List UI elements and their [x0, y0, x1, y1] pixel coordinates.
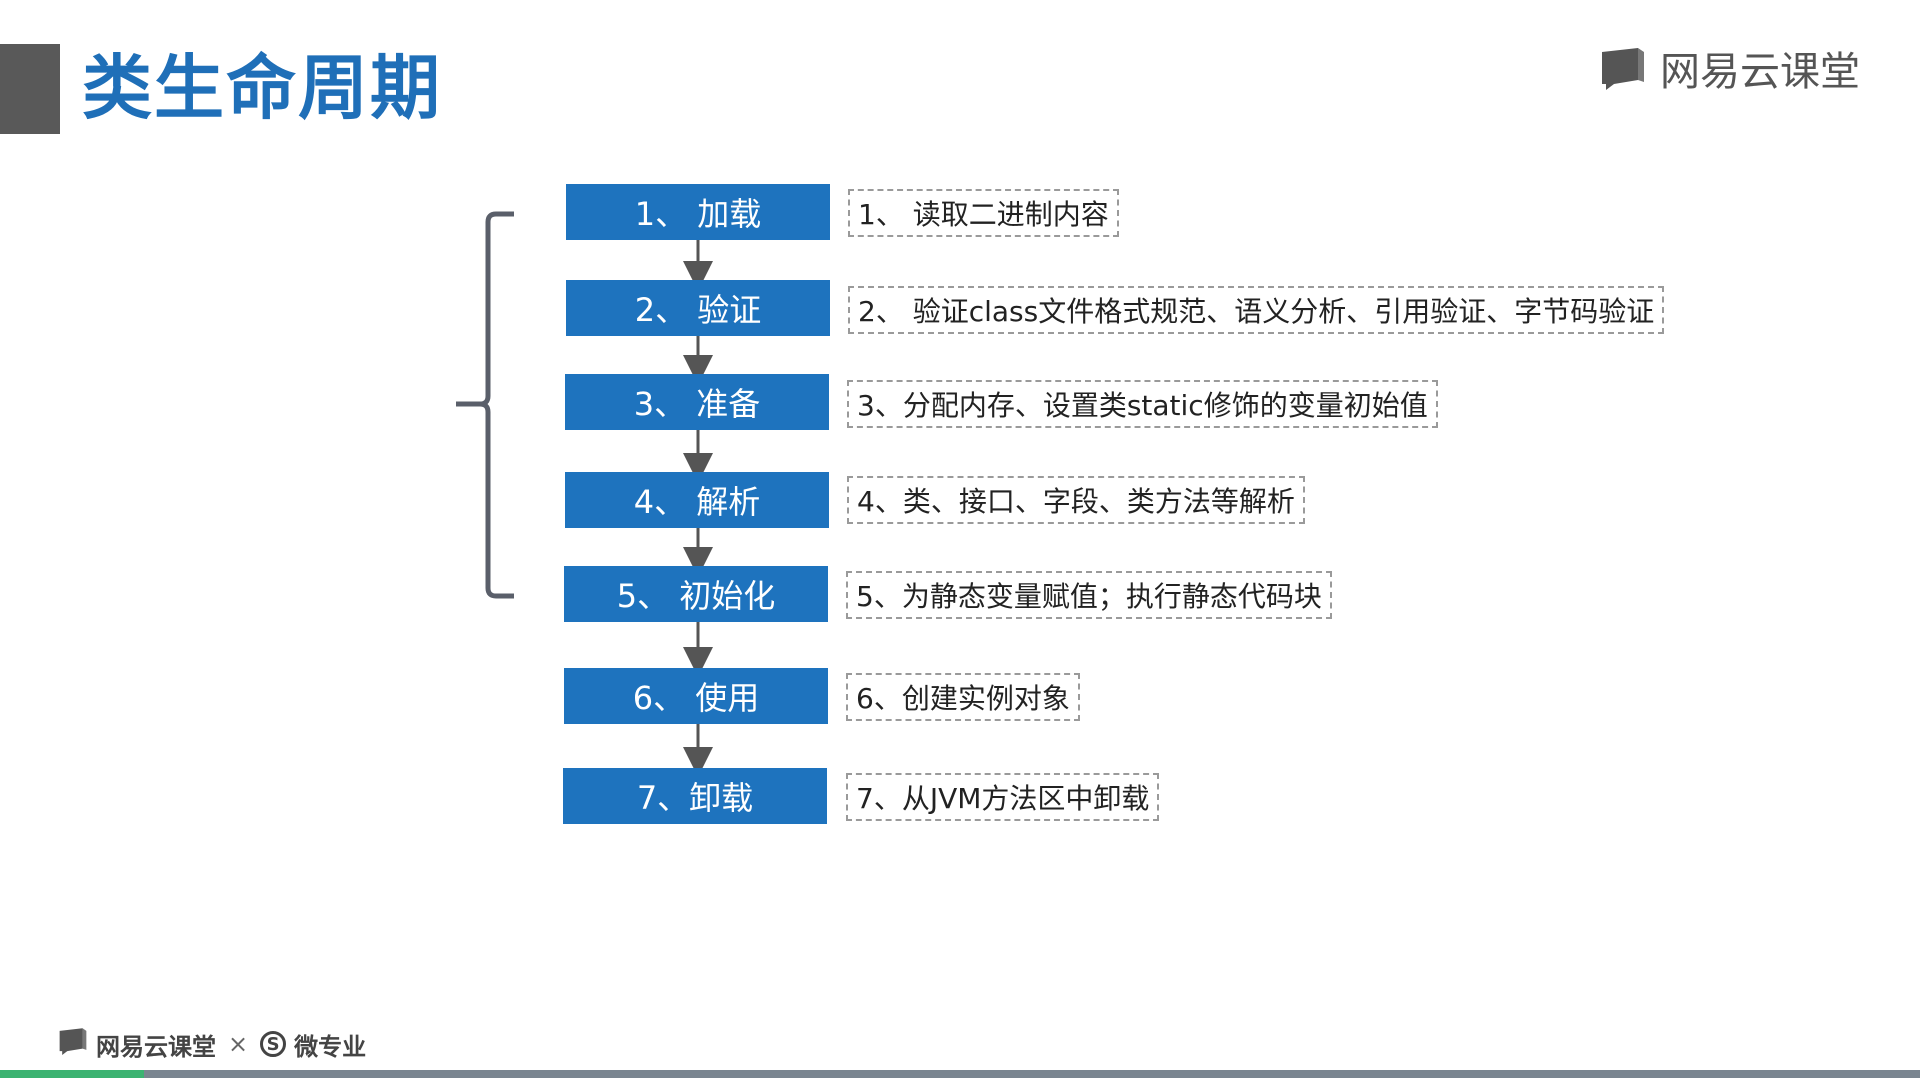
step-box-unload: 7、卸载	[563, 768, 827, 824]
flow-arrows	[683, 240, 713, 777]
footer-separator: ×	[228, 1030, 249, 1058]
video-progress-fill	[0, 1070, 144, 1078]
footer-partner-name: 微专业	[294, 1032, 367, 1061]
step-desc-verify: 2、 验证class文件格式规范、语义分析、引用验证、字节码验证	[848, 286, 1665, 334]
step-box-initialize: 5、 初始化	[564, 566, 828, 622]
step-desc-prepare: 3、分配内存、设置类static修饰的变量初始值	[847, 380, 1438, 428]
step-box-prepare: 3、 准备	[565, 374, 829, 430]
step-box-load: 1、 加载	[566, 184, 830, 240]
video-progress-bar[interactable]	[0, 1070, 1920, 1078]
book-icon	[58, 1027, 88, 1061]
step-desc-load: 1、 读取二进制内容	[848, 189, 1119, 237]
footer-brand-name: 网易云课堂	[96, 1032, 216, 1061]
step-desc-resolve: 4、类、接口、字段、类方法等解析	[847, 476, 1305, 524]
s-circle-icon: S	[260, 1031, 287, 1057]
step-desc-use: 6、创建实例对象	[846, 673, 1080, 721]
step-box-resolve: 4、 解析	[565, 472, 829, 528]
step-desc-initialize: 5、为静态变量赋值；执行静态代码块	[846, 571, 1332, 619]
step-box-use: 6、 使用	[564, 668, 828, 724]
step-box-verify: 2、 验证	[566, 280, 830, 336]
footer-brand: 网易云课堂 × S 微专业	[58, 1024, 366, 1064]
step-desc-unload: 7、从JVM方法区中卸载	[846, 773, 1160, 821]
